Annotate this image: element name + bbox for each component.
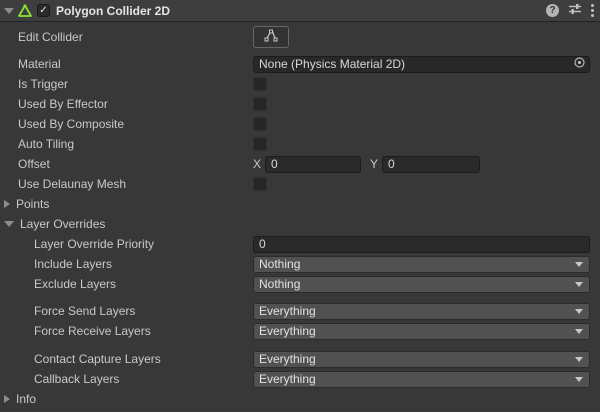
exclude-layers-value: Nothing — [259, 277, 300, 291]
auto-tiling-label: Auto Tiling — [0, 137, 253, 151]
callback-layers-dropdown[interactable]: Everything — [253, 371, 590, 388]
callback-layers-row: Callback Layers Everything — [0, 369, 600, 389]
help-icon[interactable]: ? — [546, 4, 559, 17]
used-by-composite-checkbox[interactable] — [253, 117, 267, 131]
use-delaunay-mesh-label: Use Delaunay Mesh — [0, 177, 253, 191]
layer-override-priority-input[interactable] — [253, 236, 590, 253]
info-foldout-icon[interactable] — [4, 395, 10, 403]
chevron-down-icon — [575, 377, 583, 382]
used-by-effector-label: Used By Effector — [0, 97, 253, 111]
offset-x-axis-label[interactable]: X — [253, 157, 261, 171]
component-foldout-icon[interactable] — [4, 8, 14, 14]
info-foldout[interactable]: Info — [0, 389, 600, 409]
object-picker-icon[interactable] — [573, 56, 586, 72]
force-send-layers-row: Force Send Layers Everything — [0, 301, 600, 321]
material-object-field[interactable]: None (Physics Material 2D) — [253, 56, 590, 73]
edit-collider-label: Edit Collider — [0, 30, 253, 44]
chevron-down-icon — [575, 329, 583, 334]
force-receive-layers-dropdown[interactable]: Everything — [253, 323, 590, 340]
material-value: None (Physics Material 2D) — [259, 57, 573, 71]
offset-row: Offset X Y — [0, 154, 600, 174]
component-title: Polygon Collider 2D — [56, 4, 546, 18]
offset-y-axis-label[interactable]: Y — [370, 157, 378, 171]
contact-capture-layers-value: Everything — [259, 352, 316, 366]
exclude-layers-dropdown[interactable]: Nothing — [253, 276, 590, 293]
offset-x-input[interactable] — [265, 156, 361, 173]
layer-override-priority-label: Layer Override Priority — [0, 237, 253, 251]
offset-label: Offset — [0, 157, 253, 171]
layer-overrides-foldout-icon[interactable] — [4, 221, 14, 227]
include-layers-label: Include Layers — [0, 257, 253, 271]
info-label: Info — [16, 392, 36, 406]
auto-tiling-checkbox[interactable] — [253, 137, 267, 151]
presets-icon[interactable] — [568, 2, 582, 19]
material-label: Material — [0, 57, 253, 71]
is-trigger-label: Is Trigger — [0, 77, 253, 91]
used-by-composite-label: Used By Composite — [0, 117, 253, 131]
callback-layers-label: Callback Layers — [0, 372, 253, 386]
force-receive-layers-value: Everything — [259, 324, 316, 338]
exclude-layers-row: Exclude Layers Nothing — [0, 274, 600, 294]
chevron-down-icon — [575, 357, 583, 362]
edit-collider-row: Edit Collider — [0, 24, 600, 50]
chevron-down-icon — [575, 309, 583, 314]
force-receive-layers-row: Force Receive Layers Everything — [0, 321, 600, 341]
layer-overrides-label: Layer Overrides — [20, 217, 105, 231]
polygon-collider-2d-icon — [17, 3, 33, 19]
chevron-down-icon — [575, 282, 583, 287]
callback-layers-value: Everything — [259, 372, 316, 386]
more-menu-icon[interactable] — [591, 4, 594, 17]
layer-overrides-foldout[interactable]: Layer Overrides — [0, 214, 600, 234]
use-delaunay-mesh-checkbox[interactable] — [253, 177, 267, 191]
auto-tiling-row: Auto Tiling — [0, 134, 600, 154]
force-receive-layers-label: Force Receive Layers — [0, 324, 253, 338]
force-send-layers-label: Force Send Layers — [0, 304, 253, 318]
include-layers-dropdown[interactable]: Nothing — [253, 256, 590, 273]
points-label: Points — [16, 197, 49, 211]
is-trigger-checkbox[interactable] — [253, 77, 267, 91]
material-row: Material None (Physics Material 2D) — [0, 54, 600, 74]
chevron-down-icon — [575, 262, 583, 267]
used-by-composite-row: Used By Composite — [0, 114, 600, 134]
include-layers-row: Include Layers Nothing — [0, 254, 600, 274]
used-by-effector-row: Used By Effector — [0, 94, 600, 114]
use-delaunay-mesh-row: Use Delaunay Mesh — [0, 174, 600, 194]
exclude-layers-label: Exclude Layers — [0, 277, 253, 291]
edit-collider-button[interactable] — [253, 26, 289, 48]
points-foldout[interactable]: Points — [0, 194, 600, 214]
contact-capture-layers-label: Contact Capture Layers — [0, 352, 253, 366]
points-foldout-icon[interactable] — [4, 200, 10, 208]
include-layers-value: Nothing — [259, 257, 300, 271]
force-send-layers-dropdown[interactable]: Everything — [253, 303, 590, 320]
layer-override-priority-row: Layer Override Priority — [0, 234, 600, 254]
component-enabled-checkbox[interactable]: ✓ — [37, 4, 50, 17]
offset-y-input[interactable] — [382, 156, 480, 173]
contact-capture-layers-dropdown[interactable]: Everything — [253, 351, 590, 368]
is-trigger-row: Is Trigger — [0, 74, 600, 94]
contact-capture-layers-row: Contact Capture Layers Everything — [0, 349, 600, 369]
polygon-collider-2d-inspector: ✓ Polygon Collider 2D ? Edit Collider — [0, 0, 600, 412]
used-by-effector-checkbox[interactable] — [253, 97, 267, 111]
edit-collider-icon — [264, 29, 279, 45]
component-header[interactable]: ✓ Polygon Collider 2D ? — [0, 0, 600, 22]
force-send-layers-value: Everything — [259, 304, 316, 318]
